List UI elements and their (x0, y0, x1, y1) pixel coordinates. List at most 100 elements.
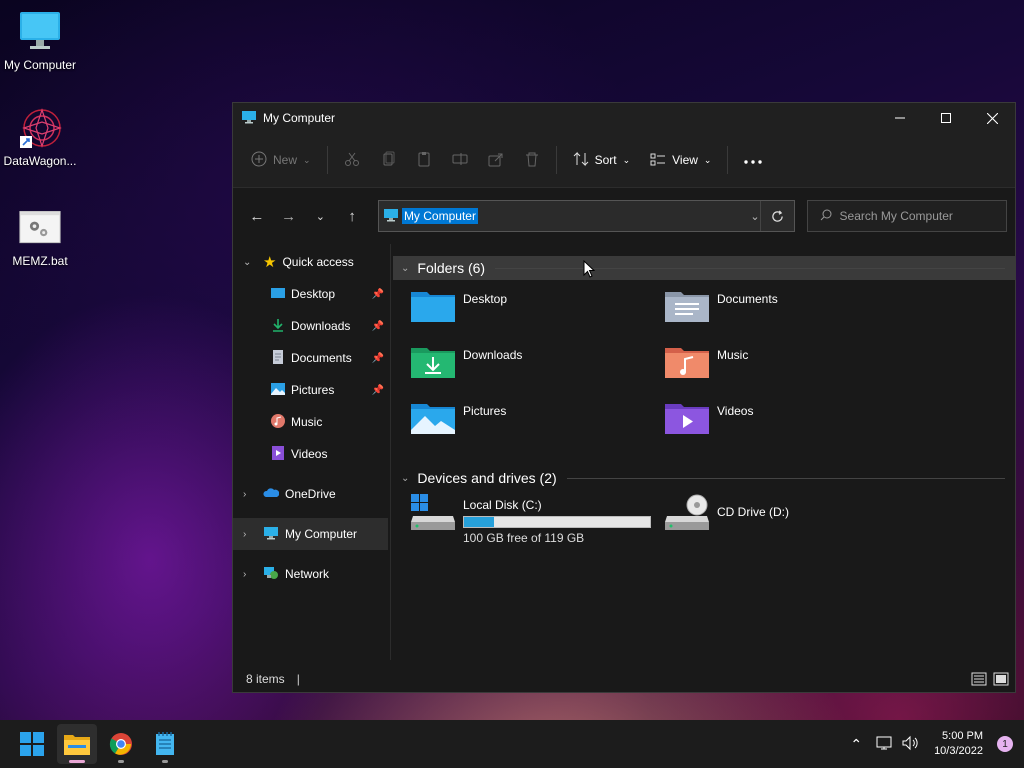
monitor-icon (241, 109, 257, 128)
folder-name: Pictures (463, 404, 507, 418)
chevron-right-icon[interactable]: › (243, 489, 246, 500)
chevron-down-icon[interactable]: ⌄ (243, 257, 251, 268)
drive-usage-fill (464, 517, 494, 527)
windows-logo-icon (20, 732, 44, 756)
documents-folder-icon (665, 288, 709, 326)
sidebar-item-videos[interactable]: Videos (233, 438, 390, 470)
pin-icon[interactable]: 📌 (372, 385, 384, 396)
folder-item-documents[interactable]: Documents (647, 288, 887, 336)
rename-button[interactable] (442, 144, 478, 176)
volume-icon[interactable] (902, 735, 920, 754)
datawagon-icon (18, 106, 62, 150)
pin-icon[interactable]: 📌 (372, 353, 384, 364)
desktop-folder-icon (411, 288, 455, 326)
show-hidden-icons-button[interactable]: ⌃ (850, 736, 862, 753)
folder-item-desktop[interactable]: Desktop (393, 288, 633, 336)
scissors-icon (344, 151, 360, 170)
recent-locations-button[interactable]: ⌄ (304, 200, 336, 232)
clock-time: 5:00 PM (942, 730, 983, 742)
paste-button[interactable] (406, 144, 442, 176)
system-tray: ⌃ 5:00 PM 10/3/2022 1 (850, 720, 1024, 768)
pin-icon[interactable]: 📌 (372, 289, 384, 300)
video-icon (271, 445, 285, 463)
search-box[interactable]: Search My Computer (806, 200, 1007, 232)
view-button[interactable]: View ⌄ (640, 144, 721, 176)
sidebar-item-documents[interactable]: Documents 📌 (233, 342, 390, 374)
sidebar-item-music[interactable]: Music (233, 406, 390, 438)
start-button[interactable] (12, 724, 52, 764)
maximize-button[interactable] (923, 103, 969, 133)
running-indicator (162, 760, 168, 763)
more-options-button[interactable] (734, 144, 772, 176)
drive-item-c[interactable]: Local Disk (C:) 100 GB free of 119 GB (393, 494, 651, 545)
chevron-right-icon[interactable]: › (243, 569, 246, 580)
pin-icon[interactable]: 📌 (372, 321, 384, 332)
large-icons-view-button[interactable] (993, 671, 1009, 690)
desktop-icon-datawagon[interactable]: DataWagon... (0, 106, 80, 168)
sidebar-item-desktop[interactable]: Desktop 📌 (233, 278, 390, 310)
cut-button[interactable] (334, 144, 370, 176)
sidebar-item-network[interactable]: › Network (233, 558, 390, 590)
folder-item-downloads[interactable]: Downloads (393, 344, 633, 392)
up-button[interactable]: ↑ (336, 200, 368, 232)
folder-name: Music (717, 348, 749, 362)
sidebar-item-quick-access[interactable]: ⌄ ★ Quick access (233, 246, 390, 278)
folder-name: Downloads (463, 348, 523, 362)
address-bar[interactable]: My Computer ⌄ (377, 200, 795, 232)
taskbar-chrome[interactable] (101, 724, 141, 764)
chevron-down-icon[interactable]: ⌄ (401, 473, 409, 484)
refresh-button[interactable] (759, 201, 794, 231)
desktop-folder-icon (271, 287, 285, 302)
sidebar-item-downloads[interactable]: Downloads 📌 (233, 310, 390, 342)
close-button[interactable] (969, 103, 1015, 133)
minimize-button[interactable] (877, 103, 923, 133)
network-status-icon[interactable] (876, 735, 894, 754)
share-button[interactable] (478, 144, 514, 176)
folder-item-videos[interactable]: Videos (647, 400, 887, 448)
clock[interactable]: 5:00 PM 10/3/2022 (934, 729, 983, 759)
devices-group-header[interactable]: ⌄ Devices and drives (2) (393, 466, 1015, 490)
file-explorer-window: My Computer New ⌄ Sort ⌄ View ⌄ ← → ⌄ ↑ … (232, 102, 1016, 693)
address-dropdown-icon[interactable]: ⌄ (750, 210, 759, 223)
music-icon (271, 413, 285, 431)
taskbar: ⌃ 5:00 PM 10/3/2022 1 (0, 720, 1024, 768)
sidebar-item-onedrive[interactable]: › OneDrive (233, 478, 390, 510)
new-button[interactable]: New ⌄ (241, 144, 321, 176)
desktop-icon-my-computer[interactable]: My Computer (0, 10, 80, 72)
delete-button[interactable] (514, 144, 550, 176)
arrow-up-icon: ↑ (348, 207, 356, 225)
folders-grid: Desktop Documents Downloads Music Pictur… (393, 280, 1015, 450)
desktop-icon-label: DataWagon... (3, 154, 77, 168)
chevron-down-icon[interactable]: ⌄ (401, 263, 409, 274)
forward-button[interactable]: → (273, 200, 305, 232)
chevron-right-icon[interactable]: › (243, 529, 246, 540)
windows-drive-icon (411, 494, 455, 532)
music-folder-icon (665, 344, 709, 382)
monitor-icon (18, 10, 62, 54)
sidebar-item-label: OneDrive (285, 487, 336, 501)
folders-group-header[interactable]: ⌄ Folders (6) (393, 256, 1015, 280)
details-view-button[interactable] (971, 671, 987, 690)
folder-item-music[interactable]: Music (647, 344, 887, 392)
folder-name: Documents (717, 292, 778, 306)
folder-name: Videos (717, 404, 754, 418)
desktop-icon-memz[interactable]: MEMZ.bat (0, 206, 80, 268)
taskbar-notepad[interactable] (145, 724, 185, 764)
drive-free-space: 100 GB free of 119 GB (463, 531, 585, 545)
view-list-icon (650, 151, 666, 170)
sort-button[interactable]: Sort ⌄ (563, 144, 641, 176)
address-value[interactable]: My Computer (401, 208, 478, 224)
drive-item-d[interactable]: CD Drive (D:) (647, 494, 887, 542)
sidebar-item-pictures[interactable]: Pictures 📌 (233, 374, 390, 406)
back-button[interactable]: ← (241, 200, 273, 232)
sidebar-item-my-computer[interactable]: › My Computer (233, 518, 388, 550)
copy-button[interactable] (370, 144, 406, 176)
group-divider (566, 477, 1005, 479)
window-title: My Computer (263, 111, 336, 125)
taskbar-file-explorer[interactable] (57, 724, 97, 764)
monitor-icon (383, 207, 399, 226)
chevron-down-icon: ⌄ (315, 210, 325, 223)
folder-item-pictures[interactable]: Pictures (393, 400, 633, 448)
title-bar[interactable]: My Computer (233, 103, 1015, 133)
notification-badge[interactable]: 1 (997, 736, 1013, 752)
